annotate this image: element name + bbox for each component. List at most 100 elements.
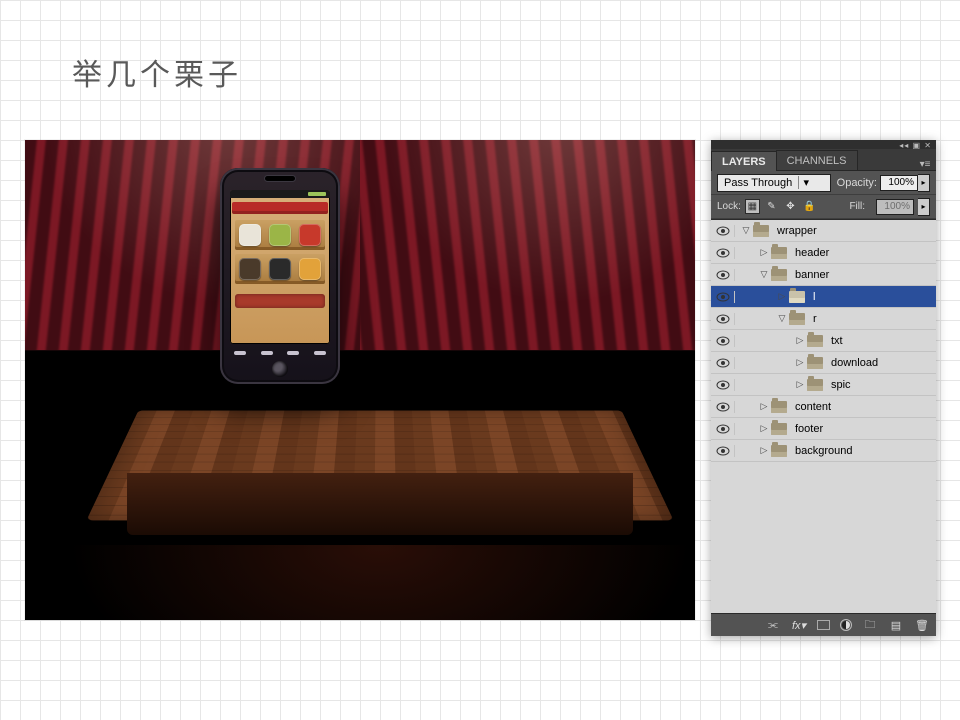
layer-row-l[interactable]: l (711, 286, 936, 308)
disclosure-closed-icon[interactable] (759, 247, 769, 258)
panel-titlebar[interactable]: ◂◂ ▣ ✕ (711, 140, 936, 149)
opacity-label: Opacity: (837, 177, 877, 189)
app-shelf (235, 220, 325, 250)
layer-row-wrapper[interactable]: wrapper (711, 220, 936, 242)
curtain-right (360, 140, 695, 350)
visibility-toggle-icon[interactable] (711, 401, 735, 413)
new-group-icon[interactable]: 🗀 (862, 617, 878, 633)
fill-label: Fill: (849, 201, 865, 212)
layer-tree[interactable]: wrapper header banner lrtxt download spic cont… (711, 219, 936, 614)
layer-row-content[interactable]: content (711, 396, 936, 418)
layer-name: r (811, 313, 817, 325)
disclosure-open-icon[interactable] (759, 269, 769, 280)
phone-screen (230, 190, 330, 344)
phone-statusbar (230, 190, 330, 198)
visibility-toggle-icon[interactable] (711, 313, 735, 325)
folder-icon (789, 313, 805, 325)
folder-icon (789, 291, 805, 303)
app-icon (269, 258, 291, 280)
phone-home-button (272, 361, 288, 377)
visibility-toggle-icon[interactable] (711, 269, 735, 281)
layer-row-download[interactable]: download (711, 352, 936, 374)
visibility-toggle-icon[interactable] (711, 423, 735, 435)
visibility-toggle-icon[interactable] (711, 335, 735, 347)
layer-row-background[interactable]: background (711, 440, 936, 462)
folder-icon (771, 423, 787, 435)
wood-platform (115, 365, 645, 555)
disclosure-closed-icon[interactable] (795, 335, 805, 346)
fx-icon[interactable]: fx▾ (791, 617, 807, 633)
disclosure-closed-icon[interactable] (759, 401, 769, 412)
phone-mockup (220, 168, 340, 384)
layer-name: banner (793, 269, 829, 281)
app-shelf (235, 254, 325, 284)
folder-icon (771, 445, 787, 457)
delete-layer-icon[interactable]: 🗑 (914, 617, 930, 633)
layer-name: l (811, 291, 815, 303)
tab-channels[interactable]: CHANNELS (776, 150, 858, 170)
disclosure-closed-icon[interactable] (759, 445, 769, 456)
blend-mode-value: Pass Through (724, 177, 792, 189)
opacity-input[interactable]: 100% (880, 175, 918, 191)
app-icon (239, 258, 261, 280)
lock-move-icon[interactable]: ✥ (783, 199, 798, 214)
layer-name: footer (793, 423, 823, 435)
link-layers-icon[interactable]: ⫘ (765, 617, 781, 633)
preview-stage (25, 140, 695, 620)
layers-panel: ◂◂ ▣ ✕ LAYERS CHANNELS ▾≡ Pass Through ▾… (711, 140, 936, 636)
tab-layers[interactable]: LAYERS (711, 151, 777, 171)
new-layer-icon[interactable]: ▤ (888, 617, 904, 633)
page-title: 举几个栗子 (72, 50, 242, 94)
layer-name: background (793, 445, 853, 457)
layer-row-txt[interactable]: txt (711, 330, 936, 352)
folder-icon (807, 357, 823, 369)
folder-icon (771, 401, 787, 413)
folder-icon (771, 269, 787, 281)
visibility-toggle-icon[interactable] (711, 357, 735, 369)
folder-icon (807, 335, 823, 347)
layer-row-spic[interactable]: spic (711, 374, 936, 396)
layer-row-footer[interactable]: footer (711, 418, 936, 440)
disclosure-closed-icon[interactable] (795, 379, 805, 390)
panel-footer: ⫘ fx▾ 🗀 ▤ 🗑 (711, 614, 936, 636)
app-icon (239, 224, 261, 246)
layer-name: txt (829, 335, 843, 347)
layer-row-r[interactable]: r (711, 308, 936, 330)
app-icon (299, 224, 321, 246)
layer-row-banner[interactable]: banner (711, 264, 936, 286)
disclosure-closed-icon[interactable] (795, 357, 805, 368)
opacity-stepper[interactable]: ▸ (918, 174, 930, 192)
layer-name: content (793, 401, 831, 413)
visibility-toggle-icon[interactable] (711, 225, 735, 237)
lock-paint-icon[interactable]: ✎ (764, 199, 779, 214)
chevron-down-icon: ▾ (798, 176, 810, 189)
layer-name: wrapper (775, 225, 817, 237)
app-shelf-footer (235, 294, 325, 308)
fill-input[interactable]: 100% (876, 199, 914, 215)
disclosure-open-icon[interactable] (741, 225, 751, 236)
disclosure-open-icon[interactable] (777, 313, 787, 324)
lock-all-icon[interactable]: 🔒 (802, 199, 817, 214)
visibility-toggle-icon[interactable] (711, 291, 735, 303)
panel-window-controls-icon[interactable]: ◂◂ ▣ ✕ (899, 141, 932, 150)
lock-transparent-icon[interactable]: ▦ (745, 199, 760, 214)
disclosure-closed-icon[interactable] (759, 423, 769, 434)
layer-name: spic (829, 379, 851, 391)
blend-mode-select[interactable]: Pass Through ▾ (717, 174, 831, 192)
panel-menu-icon[interactable]: ▾≡ (914, 159, 936, 170)
adjustment-layer-icon[interactable] (840, 619, 852, 631)
layer-row-header[interactable]: header (711, 242, 936, 264)
visibility-toggle-icon[interactable] (711, 445, 735, 457)
folder-icon (807, 379, 823, 391)
fill-stepper[interactable]: ▸ (918, 198, 930, 216)
visibility-toggle-icon[interactable] (711, 247, 735, 259)
visibility-toggle-icon[interactable] (711, 379, 735, 391)
folder-icon (771, 247, 787, 259)
layer-name: header (793, 247, 829, 259)
layer-mask-icon[interactable] (817, 620, 830, 630)
phone-banner-ribbon (232, 202, 328, 214)
disclosure-closed-icon[interactable] (777, 291, 787, 302)
layer-name: download (829, 357, 878, 369)
app-icon (269, 224, 291, 246)
folder-icon (753, 225, 769, 237)
